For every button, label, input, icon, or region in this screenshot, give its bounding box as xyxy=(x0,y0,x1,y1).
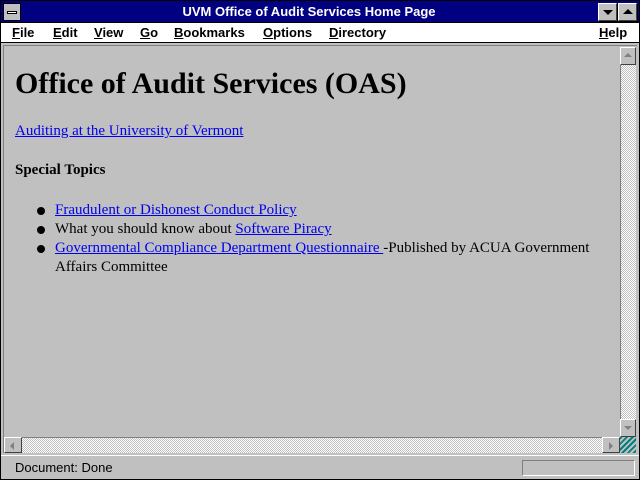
progress-indicator xyxy=(522,460,635,476)
menu-help-accel: H xyxy=(599,25,609,40)
resize-corner[interactable] xyxy=(620,437,636,453)
menu-help[interactable]: Help xyxy=(599,24,627,42)
scroll-right-button[interactable] xyxy=(602,437,620,453)
arrow-down-icon xyxy=(624,426,632,430)
menu-options[interactable]: Options xyxy=(263,24,312,42)
menu-bookmarks[interactable]: Bookmarks xyxy=(174,24,245,42)
scroll-up-button[interactable] xyxy=(620,47,636,65)
minimize-button[interactable] xyxy=(598,3,617,21)
system-menu-icon xyxy=(7,11,17,14)
menu-bar: File Edit View Go Bookmarks Options Dire… xyxy=(1,23,639,43)
menu-file[interactable]: File xyxy=(12,24,34,42)
scroll-left-button[interactable] xyxy=(4,437,22,453)
browser-window: UVM Office of Audit Services Home Page F… xyxy=(0,0,640,480)
menu-go-accel: G xyxy=(140,25,151,40)
auditing-uvm-link[interactable]: Auditing at the University of Vermont xyxy=(15,123,243,140)
vertical-scrollbar[interactable] xyxy=(620,47,636,437)
list-item: Fraudulent or Dishonest Conduct Policy xyxy=(15,201,610,220)
menu-bookmarks-label: ookmarks xyxy=(183,25,245,40)
menu-view[interactable]: View xyxy=(94,24,123,42)
maximize-icon xyxy=(623,9,633,14)
special-topics-heading: Special Topics xyxy=(15,162,106,178)
fraud-policy-link[interactable]: Fraudulent or Dishonest Conduct Policy xyxy=(55,202,297,218)
window-title: UVM Office of Audit Services Home Page xyxy=(182,4,436,19)
menu-options-label: ptions xyxy=(273,25,313,40)
menu-edit[interactable]: Edit xyxy=(53,24,78,42)
software-piracy-link[interactable]: Software Piracy xyxy=(235,221,331,237)
arrow-right-icon xyxy=(609,442,613,450)
system-menu-button[interactable] xyxy=(3,3,21,21)
status-text: Document: Done xyxy=(15,460,113,475)
scroll-down-button[interactable] xyxy=(620,419,636,437)
compliance-questionnaire-link[interactable]: Governmental Compliance Department Quest… xyxy=(55,240,383,256)
title-bar[interactable]: UVM Office of Audit Services Home Page xyxy=(1,1,639,23)
menu-edit-accel: E xyxy=(53,25,62,40)
page-content: Office of Audit Services (OAS) Auditing … xyxy=(4,47,619,437)
menu-edit-label: dit xyxy=(61,25,78,40)
menu-options-accel: O xyxy=(263,25,274,40)
menu-go-label: o xyxy=(150,25,159,40)
bullet-icon xyxy=(37,226,45,234)
software-piracy-prefix: What you should know about xyxy=(55,221,236,237)
special-topics-list: Fraudulent or Dishonest Conduct Policy W… xyxy=(15,201,610,277)
bullet-icon xyxy=(37,245,45,253)
menu-file-label: ile xyxy=(19,25,35,40)
bullet-icon xyxy=(37,207,45,215)
horizontal-scrollbar[interactable] xyxy=(4,437,620,453)
horizontal-scroll-track[interactable] xyxy=(22,437,602,453)
menu-file-accel: F xyxy=(12,25,20,40)
menu-directory[interactable]: Directory xyxy=(329,24,386,42)
menu-directory-label: irectory xyxy=(338,25,387,40)
menu-view-label: iew xyxy=(102,25,124,40)
menu-go[interactable]: Go xyxy=(140,24,158,42)
page-heading: Office of Audit Services (OAS) xyxy=(15,67,407,100)
menu-directory-accel: D xyxy=(329,25,339,40)
minimize-icon xyxy=(603,10,613,15)
status-bar: Document: Done xyxy=(1,455,639,479)
list-item: What you should know about Software Pira… xyxy=(15,220,610,239)
vertical-scroll-track[interactable] xyxy=(620,65,636,419)
arrow-left-icon xyxy=(10,442,14,450)
menu-bookmarks-accel: B xyxy=(174,25,184,40)
arrow-up-icon xyxy=(624,53,632,57)
maximize-button[interactable] xyxy=(618,3,637,21)
menu-help-label: elp xyxy=(608,25,628,40)
list-item: Governmental Compliance Department Quest… xyxy=(15,239,610,277)
